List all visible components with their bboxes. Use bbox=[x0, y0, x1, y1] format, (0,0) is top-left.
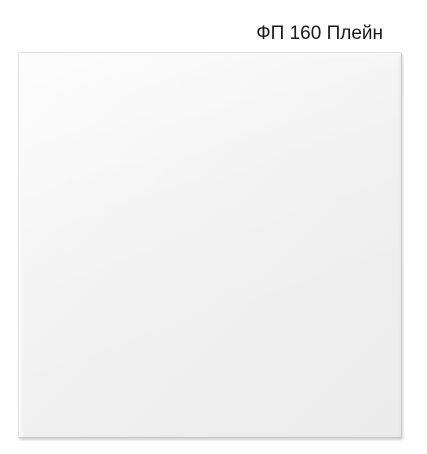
product-panel-image bbox=[18, 52, 402, 438]
product-title: ФП 160 Плейн bbox=[256, 23, 383, 44]
panel-surface-highlight bbox=[22, 56, 398, 434]
